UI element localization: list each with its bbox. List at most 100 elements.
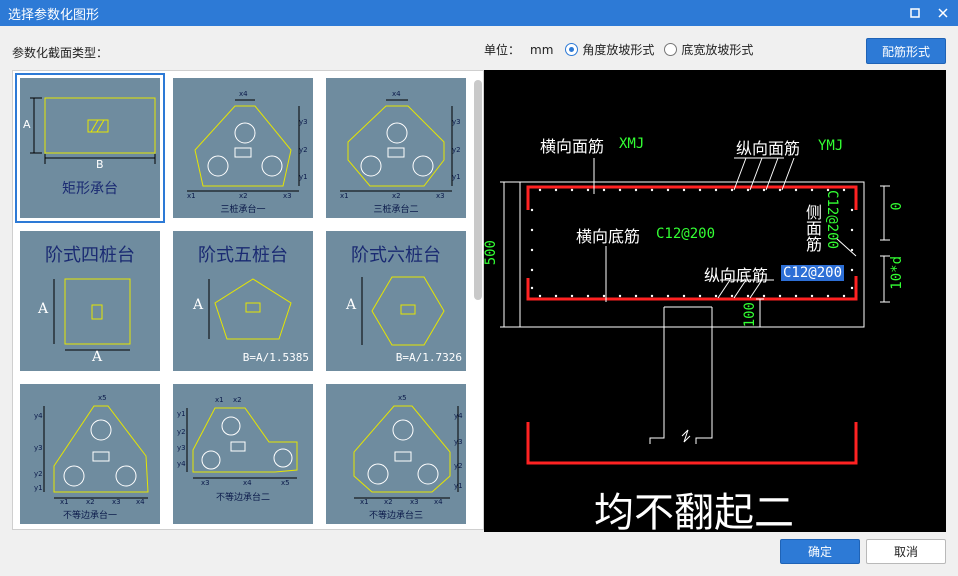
tile-three-pile-cap-2[interactable]: x4 y3 y2 y1 x1 x2 x3 三桩承台二 bbox=[326, 78, 466, 218]
tile-unequal-cap-2[interactable]: x1 x2 y1 y2 y3 y4 x3 x4 x5 不等边承台二 bbox=[173, 384, 313, 524]
dim-y1: y1 bbox=[177, 410, 186, 418]
dim-x2: x2 bbox=[239, 192, 248, 200]
dim-a-left: A bbox=[38, 301, 49, 317]
rebar-style-button[interactable]: 配筋形式 bbox=[866, 38, 946, 64]
dim-x3: x3 bbox=[410, 498, 419, 506]
dim-x5: x5 bbox=[98, 394, 107, 402]
tile-title: 阶式四桩台 bbox=[45, 245, 135, 266]
dim-y1: y1 bbox=[299, 173, 308, 181]
tile-stepped-four-pile[interactable]: 阶式四桩台 A A bbox=[20, 231, 160, 371]
close-x-icon bbox=[938, 8, 948, 18]
side-rebar-code[interactable]: C12@200 bbox=[824, 190, 840, 249]
tile-three-pile-cap-1[interactable]: x4 y3 y2 y1 x1 x2 x3 三桩承台一 bbox=[173, 78, 313, 218]
dim-a-label: A bbox=[23, 118, 31, 131]
tile-caption: 三桩承台二 bbox=[373, 205, 419, 215]
radio-dot-checked[interactable] bbox=[565, 43, 579, 56]
unequal-cap-3-drawing bbox=[353, 405, 459, 499]
dim-x4: x4 bbox=[434, 498, 443, 506]
tile-title: 阶式六桩台 bbox=[351, 245, 441, 266]
window-title: 选择参数化图形 bbox=[8, 7, 100, 23]
dim-y2: y2 bbox=[34, 470, 43, 478]
maximize-icon[interactable] bbox=[906, 4, 924, 22]
rebar-preview-panel: 横向面筋 XMJ 纵向面筋 YMJ 横向底筋 C12@200 纵向底筋 C12@… bbox=[484, 70, 946, 532]
cancel-button[interactable]: 取消 bbox=[866, 539, 946, 564]
dim-y2: y2 bbox=[452, 146, 461, 154]
tile-unequal-cap-1[interactable]: x5 y4 y3 y2 y1 x1 x2 x3 x4 不等边承台一 bbox=[20, 384, 160, 524]
anchor-dimension: 10*d bbox=[889, 256, 905, 290]
top-offset-dimension: 0 bbox=[889, 202, 905, 211]
radio-width-slope[interactable]: 底宽放坡形式 bbox=[664, 41, 753, 58]
dim-x4: x4 bbox=[136, 498, 145, 506]
dim-a: A bbox=[193, 297, 204, 313]
bottom-transverse-code[interactable]: C12@200 bbox=[656, 226, 715, 242]
dim-x2: x2 bbox=[233, 396, 242, 404]
tile-unequal-cap-3[interactable]: x5 y4 y3 y2 y1 x1 x2 x3 x4 不等边承台三 bbox=[326, 384, 466, 524]
dim-x1: x1 bbox=[187, 192, 196, 200]
top-transverse-code[interactable]: XMJ bbox=[619, 136, 644, 152]
bottom-transverse-label: 横向底筋 bbox=[576, 227, 641, 246]
cover-dimension: 100 bbox=[742, 302, 758, 328]
dim-x1: x1 bbox=[360, 498, 369, 506]
rebar-mode-text: 均不翻起二 bbox=[594, 490, 794, 532]
tile-caption: 不等边承台一 bbox=[62, 511, 117, 521]
unit-label: 单位： bbox=[484, 43, 521, 57]
top-longitudinal-code[interactable]: YMJ bbox=[818, 138, 843, 154]
dim-x3: x3 bbox=[283, 192, 292, 200]
dim-x2: x2 bbox=[86, 498, 95, 506]
side-rebar-label: 侧面筋 bbox=[803, 204, 822, 252]
dim-y3: y3 bbox=[177, 444, 186, 452]
unit-value: mm bbox=[530, 42, 554, 57]
section-label: 参数化截面类型： bbox=[12, 46, 109, 60]
tile-caption: 三桩承台一 bbox=[220, 205, 266, 215]
dim-x1: x1 bbox=[60, 498, 69, 506]
dim-y2: y2 bbox=[299, 146, 308, 154]
tile-rect-cap[interactable]: A B 矩形承台 bbox=[15, 73, 165, 223]
tile-caption: 不等边承台三 bbox=[368, 511, 423, 521]
rebar-dots-bottom bbox=[538, 294, 846, 298]
radio-dot-unchecked[interactable] bbox=[664, 43, 678, 56]
dim-x4: x4 bbox=[243, 479, 252, 487]
dim-y1: y1 bbox=[454, 482, 463, 490]
height-dimension: 500 bbox=[484, 240, 499, 266]
radio-angle-slope-label: 角度放坡形式 bbox=[582, 43, 655, 57]
dim-x2: x2 bbox=[384, 498, 393, 506]
radio-width-slope-label: 底宽放坡形式 bbox=[681, 43, 754, 57]
dim-y1: y1 bbox=[452, 173, 461, 181]
tile-formula: B=A/1.5385 bbox=[242, 351, 309, 364]
tile-stepped-five-pile[interactable]: 阶式五桩台 A B=A/1.5385 bbox=[173, 231, 313, 371]
ok-button[interactable]: 确定 bbox=[780, 539, 860, 564]
dim-y4: y4 bbox=[34, 412, 43, 420]
rebar-dots-top bbox=[538, 188, 846, 192]
unit-bar: 单位： mm 角度放坡形式 底宽放坡形式 bbox=[484, 41, 753, 58]
bottom-longitudinal-code-input[interactable]: C12@200 bbox=[781, 265, 845, 281]
top-longitudinal-label: 纵向面筋 bbox=[736, 139, 801, 158]
dim-y3: y3 bbox=[299, 118, 308, 126]
dim-y3: y3 bbox=[34, 444, 43, 452]
tile-formula: B=A/1.7326 bbox=[395, 351, 462, 364]
dim-a: A bbox=[346, 297, 357, 313]
dim-x5: x5 bbox=[281, 479, 290, 487]
dim-y3: y3 bbox=[454, 438, 463, 446]
radio-angle-slope[interactable]: 角度放坡形式 bbox=[565, 41, 654, 58]
tile-title: 阶式五桩台 bbox=[198, 245, 288, 266]
dim-y3: y3 bbox=[452, 118, 461, 126]
unequal-cap-2-drawing bbox=[186, 407, 298, 479]
dim-x5: x5 bbox=[398, 394, 407, 402]
tile-stepped-six-pile[interactable]: 阶式六桩台 A B=A/1.7326 bbox=[326, 231, 466, 371]
shape-gallery: A B 矩形承台 x4 y3 y2 y1 x1 x2 x3 三桩承台一 x4 y… bbox=[12, 70, 484, 530]
square-icon bbox=[910, 8, 920, 18]
bottom-longitudinal-label: 纵向底筋 bbox=[704, 266, 769, 285]
dim-y1: y1 bbox=[34, 484, 43, 492]
dim-y2: y2 bbox=[177, 428, 186, 436]
dim-x2: x2 bbox=[392, 192, 401, 200]
dim-y4: y4 bbox=[454, 412, 463, 420]
dim-y4: y4 bbox=[177, 460, 186, 468]
gallery-scrollbar[interactable] bbox=[474, 80, 482, 300]
dim-x1: x1 bbox=[215, 396, 224, 404]
dim-y2: y2 bbox=[454, 462, 463, 470]
dim-x3: x3 bbox=[112, 498, 121, 506]
dim-x4: x4 bbox=[392, 90, 401, 98]
close-icon[interactable] bbox=[934, 4, 952, 22]
dim-b-label: B bbox=[96, 158, 104, 171]
dim-x3: x3 bbox=[201, 479, 210, 487]
